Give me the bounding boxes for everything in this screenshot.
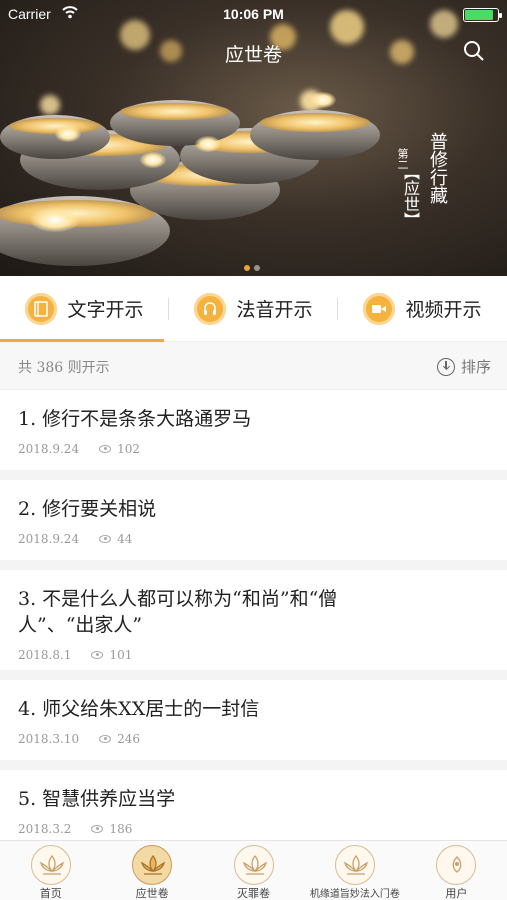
tabbar-item-home[interactable]: 首页 <box>0 841 101 900</box>
item-views: 246 <box>117 732 140 746</box>
eye-icon <box>99 445 112 453</box>
tabbar-item-mianzui[interactable]: 灭罪卷 <box>203 841 304 900</box>
tabbar-label: 用户 <box>445 887 468 900</box>
banner-sub-b: 【应世】 <box>401 164 420 228</box>
tabbar-item-yingshi[interactable]: 应世卷 <box>101 841 202 900</box>
item-meta: 2018.8.1 101 <box>18 648 489 662</box>
item-date: 2018.8.1 <box>18 648 72 662</box>
video-icon <box>363 292 396 325</box>
headphones-icon <box>194 292 227 325</box>
tab-label: 视频开示 <box>405 299 482 321</box>
item-count: 共 386 则开示 <box>18 360 110 376</box>
item-views: 102 <box>117 442 140 456</box>
tabbar-label: 机缘道旨妙法入门卷 <box>309 889 400 900</box>
item-title: 4. 师父给朱XX居士的一封信 <box>18 698 260 720</box>
lotus-icon <box>30 845 71 885</box>
item-views: 44 <box>117 532 133 546</box>
butter-lamp <box>110 100 240 146</box>
tabbar-item-user[interactable]: 用户 <box>406 841 507 900</box>
flame <box>30 208 80 232</box>
tab-audio[interactable]: 法音开示 <box>169 276 338 341</box>
bokeh-light <box>40 95 60 115</box>
flame <box>195 136 221 152</box>
eye-icon <box>91 651 104 659</box>
lotus-icon <box>233 845 274 885</box>
item-meta: 2018.9.24 44 <box>18 532 489 546</box>
book-icon <box>25 292 58 325</box>
search-icon[interactable] <box>463 40 485 62</box>
item-meta: 2018.3.2 186 <box>18 822 489 836</box>
tab-label: 法音开示 <box>236 299 313 321</box>
header-banner: Carrier 10:06 PM 应世卷 普修行藏 第二 【应世】 <box>0 0 507 276</box>
lotus-icon <box>132 845 173 885</box>
item-meta: 2018.9.24 102 <box>18 442 489 456</box>
pager-dot[interactable] <box>254 265 260 271</box>
user-lotus-icon <box>436 845 477 885</box>
lotus-icon <box>334 845 375 885</box>
item-views: 186 <box>109 822 133 836</box>
butter-lamp <box>250 110 380 160</box>
list-item[interactable]: 1. 修行不是条条大路通罗马 2018.9.24 102 <box>0 390 507 480</box>
eye-icon <box>99 535 112 543</box>
eye-icon <box>99 735 112 743</box>
page-title: 应世卷 <box>224 44 282 66</box>
tabbar-label: 灭罪卷 <box>237 887 271 900</box>
list-item[interactable]: 4. 师父给朱XX居士的一封信 2018.3.10 246 <box>0 680 507 770</box>
status-bar: Carrier 10:06 PM <box>0 0 507 28</box>
banner-main-text: 普修行藏 <box>427 132 448 204</box>
item-meta: 2018.3.10 246 <box>18 732 489 746</box>
sort-down-icon <box>436 357 455 376</box>
item-views: 101 <box>109 648 133 662</box>
item-title: 3. 不是什么人都可以称为“和尚”和“僧人”、“出家人” <box>18 588 338 636</box>
sort-button[interactable]: 排序 <box>436 356 491 377</box>
flame <box>55 126 81 142</box>
flame <box>140 152 166 168</box>
item-date: 2018.9.24 <box>18 532 80 546</box>
item-title: 2. 修行要关相说 <box>18 498 157 520</box>
eye-icon <box>91 825 104 833</box>
item-date: 2018.3.2 <box>18 822 72 836</box>
tab-label: 文字开示 <box>67 299 144 321</box>
list-item[interactable]: 2. 修行要关相说 2018.9.24 44 <box>0 480 507 570</box>
bottom-tab-bar: 首页 应世卷 灭罪卷 机缘道旨妙法入门卷 用户 <box>0 840 507 900</box>
item-title: 5. 智慧供养应当学 <box>18 788 176 810</box>
flame <box>310 92 336 108</box>
teaching-list: 1. 修行不是条条大路通罗马 2018.9.24 102 2. 修行要关相说 2… <box>0 390 507 860</box>
tab-video[interactable]: 视频开示 <box>338 276 507 341</box>
tab-text[interactable]: 文字开示 <box>0 276 169 342</box>
sort-label: 排序 <box>460 358 491 376</box>
list-header: 共 386 则开示 排序 <box>0 342 507 390</box>
tabbar-label: 首页 <box>39 887 62 900</box>
item-date: 2018.3.10 <box>18 732 80 746</box>
item-title: 1. 修行不是条条大路通罗马 <box>18 408 252 430</box>
battery-icon <box>463 8 502 22</box>
carousel-pager[interactable] <box>242 256 262 275</box>
list-item[interactable]: 3. 不是什么人都可以称为“和尚”和“僧人”、“出家人” 2018.8.1 10… <box>0 570 507 680</box>
tabbar-label: 应世卷 <box>135 887 169 900</box>
pager-dot[interactable] <box>244 265 250 271</box>
item-date: 2018.9.24 <box>18 442 80 456</box>
content-type-tabs: 文字开示 法音开示 视频开示 <box>0 276 507 342</box>
status-time: 10:06 PM <box>223 6 284 22</box>
tabbar-item-jiyuan[interactable]: 机缘道旨妙法入门卷 <box>304 841 405 900</box>
